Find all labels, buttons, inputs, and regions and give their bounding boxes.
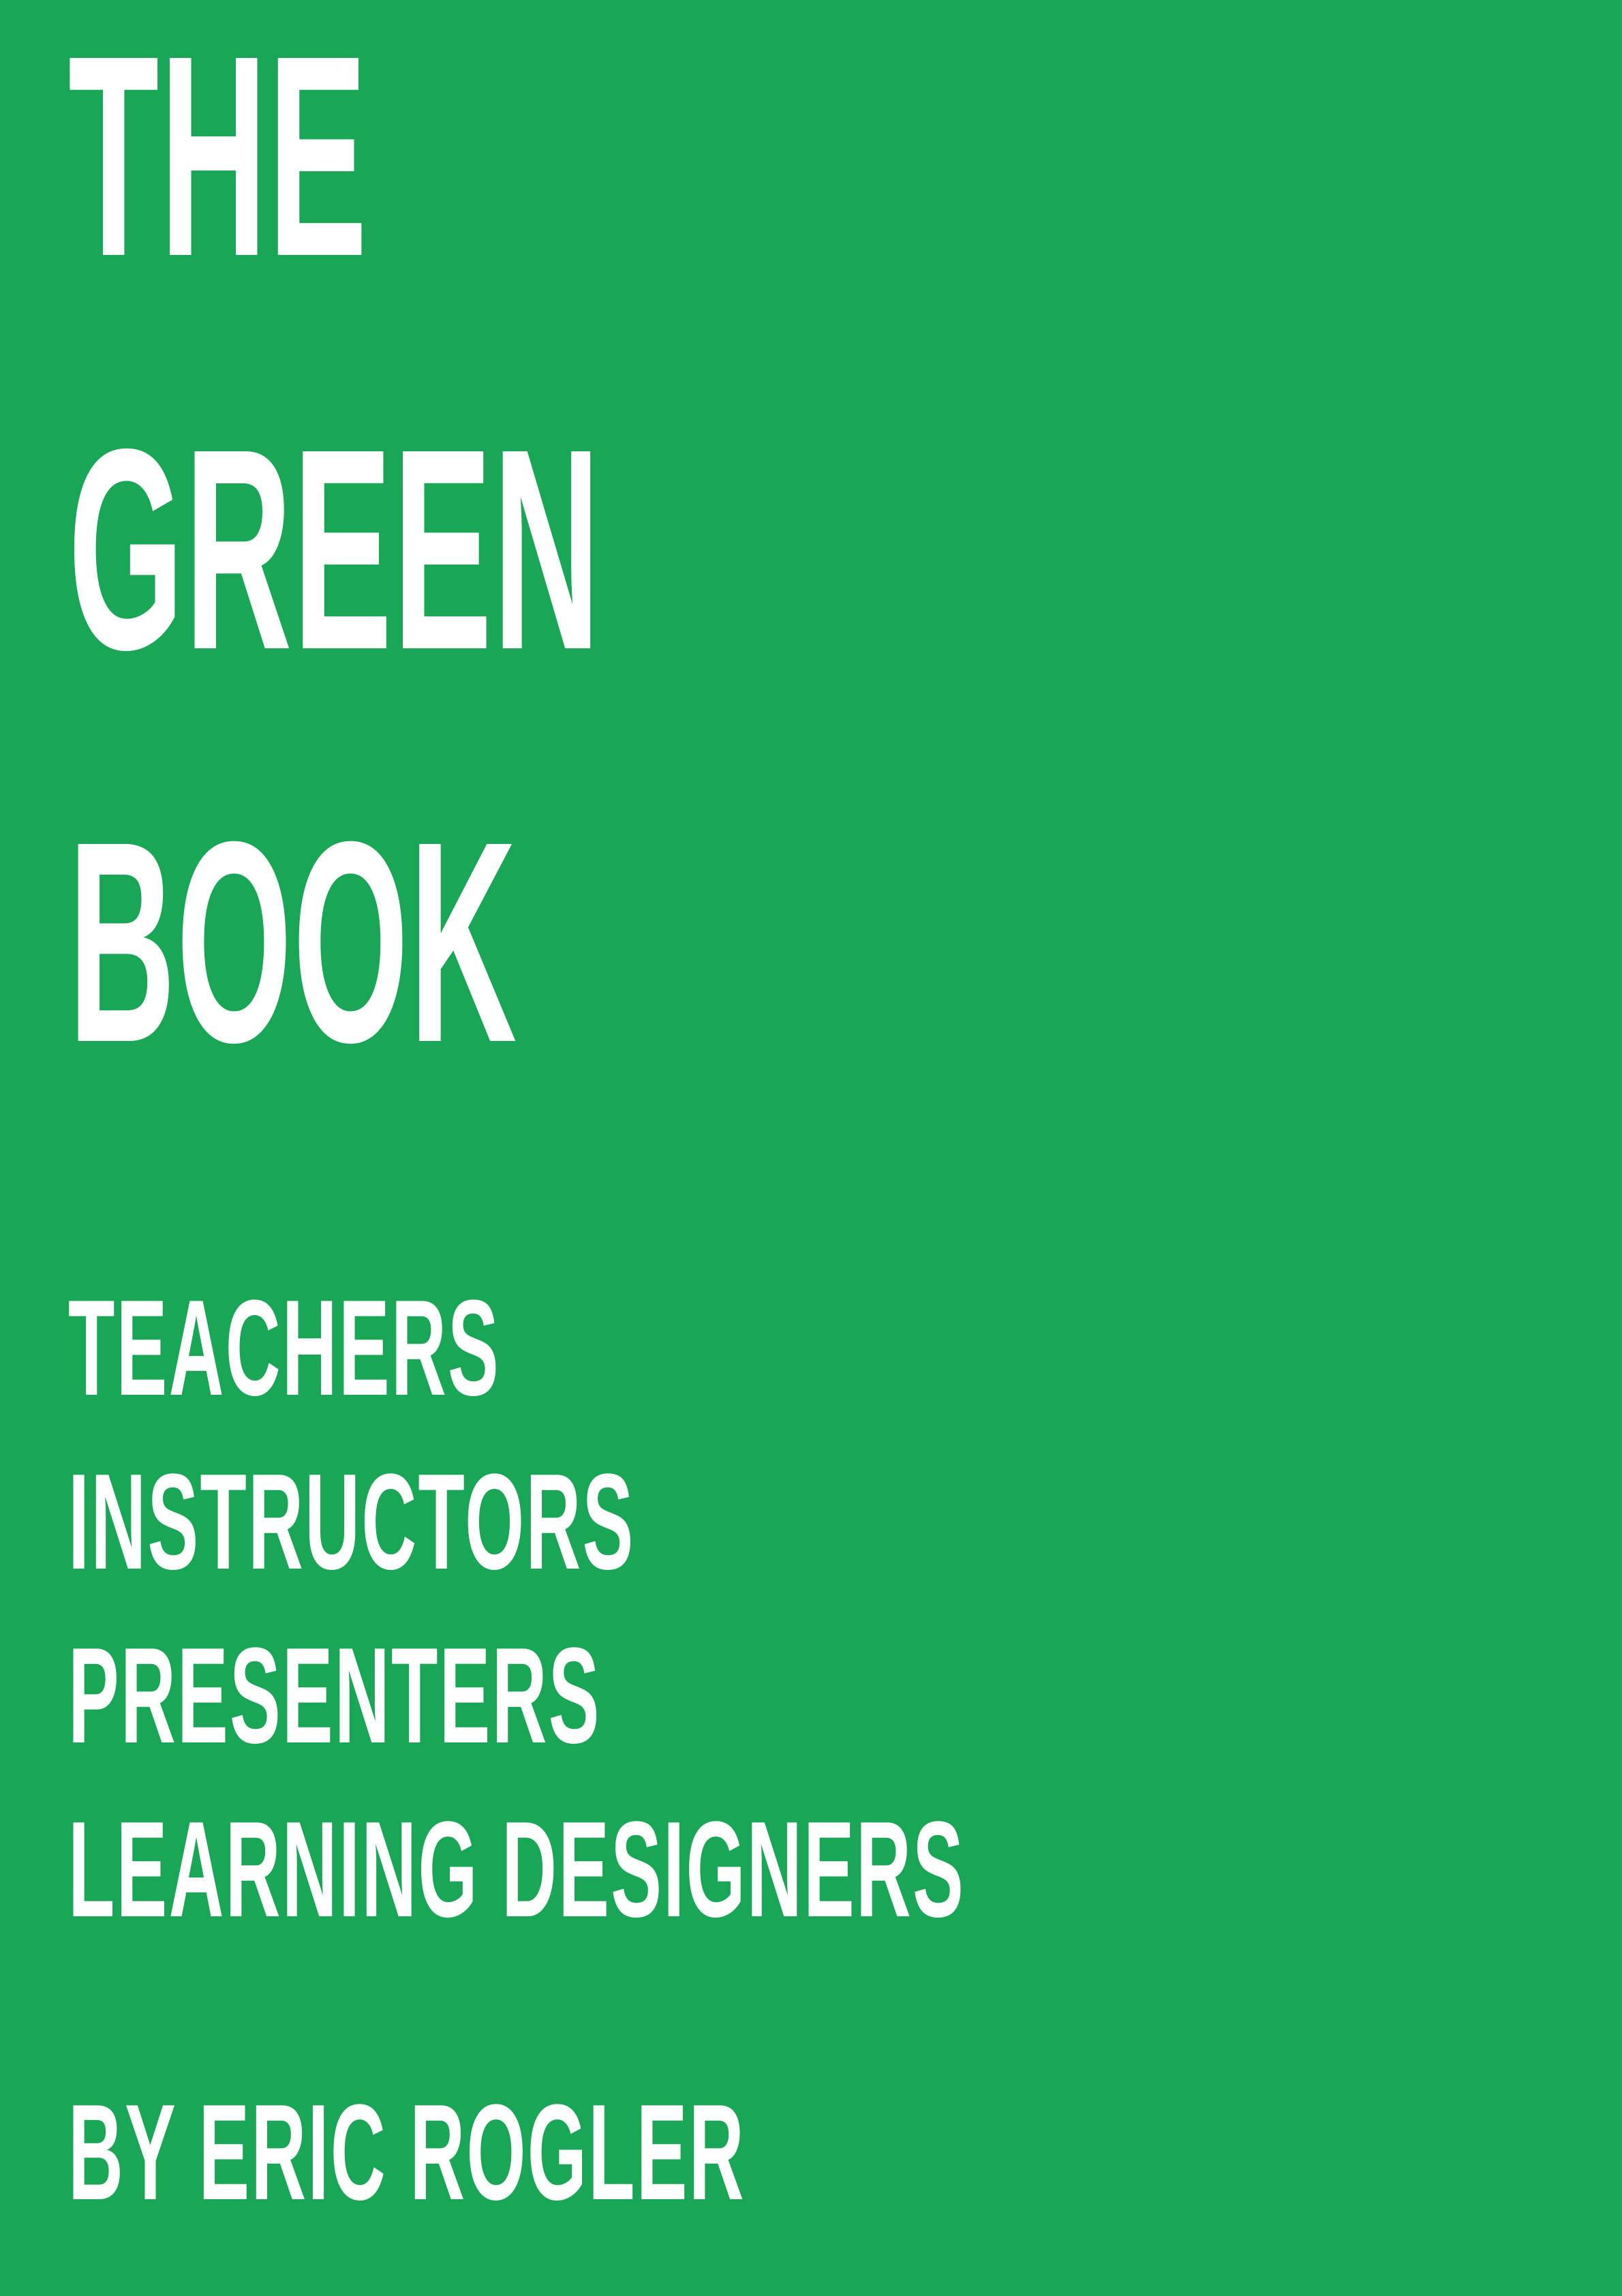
title-line-book: BOOK [68,783,518,1102]
audience-item-learning-designers: LEARNING DESIGNERS [68,1794,966,1946]
title-line-green: GREEN [68,390,601,710]
author-byline: BY ERIC ROGLER [68,2076,746,2229]
audience-list: TEACHERS INSTRUCTORS PRESENTERS LEARNING… [68,1261,1622,1957]
title-line-the: THE [68,0,368,316]
audience-item-teachers: TEACHERS [68,1272,500,1424]
audience-item-instructors: INSTRUCTORS [68,1446,635,1598]
book-cover: THE GREEN BOOK TEACHERS INSTRUCTORS PRES… [0,0,1622,2296]
audience-item-presenters: PRESENTERS [68,1620,601,1772]
